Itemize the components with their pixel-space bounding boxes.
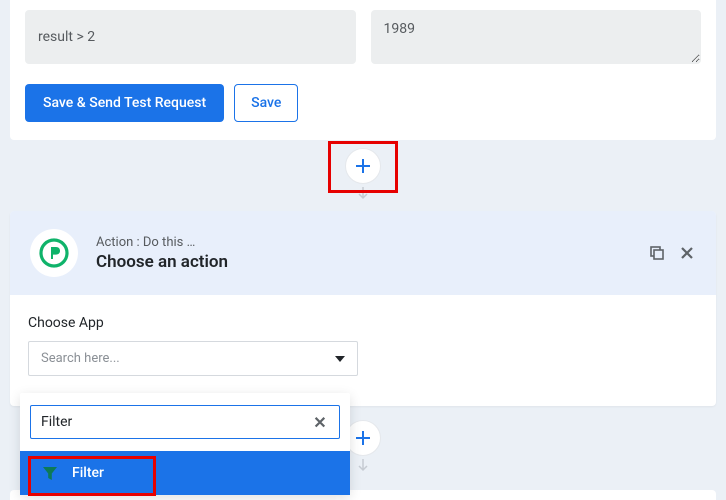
connector-top bbox=[0, 140, 726, 211]
highlight-add-step bbox=[328, 141, 398, 193]
choose-app-select[interactable]: Search here... bbox=[28, 341, 358, 376]
choose-app-label: Choose App bbox=[28, 315, 698, 331]
header-actions bbox=[648, 244, 696, 262]
action-body: Choose App Search here... ✕ Filter bbox=[10, 295, 716, 406]
clear-search-icon[interactable]: ✕ bbox=[311, 413, 329, 431]
copy-icon[interactable] bbox=[648, 244, 666, 262]
inputs-row: 1989 bbox=[25, 10, 701, 64]
app-search-input[interactable] bbox=[41, 414, 311, 430]
highlight-filter-item bbox=[28, 456, 156, 496]
chevron-down-icon bbox=[335, 356, 345, 362]
plus-icon bbox=[356, 431, 370, 445]
close-icon[interactable] bbox=[678, 244, 696, 262]
save-send-test-request-button[interactable]: Save & Send Test Request bbox=[25, 84, 224, 122]
app-dropdown-panel: ✕ Filter bbox=[20, 393, 350, 495]
app-logo-circle bbox=[30, 229, 78, 277]
result-input[interactable] bbox=[25, 10, 356, 64]
button-row: Save & Send Test Request Save bbox=[25, 84, 701, 122]
value-input[interactable]: 1989 bbox=[371, 10, 702, 64]
action-subtitle: Action : Do this … bbox=[96, 235, 630, 250]
pabbly-logo-icon bbox=[39, 238, 69, 268]
add-step-button-2[interactable] bbox=[345, 420, 381, 456]
connector-bottom bbox=[345, 420, 381, 477]
action-header: Action : Do this … Choose an action bbox=[10, 211, 716, 295]
app-search-wrapper: ✕ bbox=[30, 405, 340, 439]
action-titles: Action : Do this … Choose an action bbox=[96, 235, 630, 272]
arrow-down-icon bbox=[357, 458, 369, 477]
save-button[interactable]: Save bbox=[234, 84, 298, 122]
select-placeholder: Search here... bbox=[41, 351, 120, 366]
top-card: 1989 Save & Send Test Request Save bbox=[10, 0, 716, 140]
action-title: Choose an action bbox=[96, 252, 630, 272]
action-card: Action : Do this … Choose an action Choo… bbox=[10, 211, 716, 406]
